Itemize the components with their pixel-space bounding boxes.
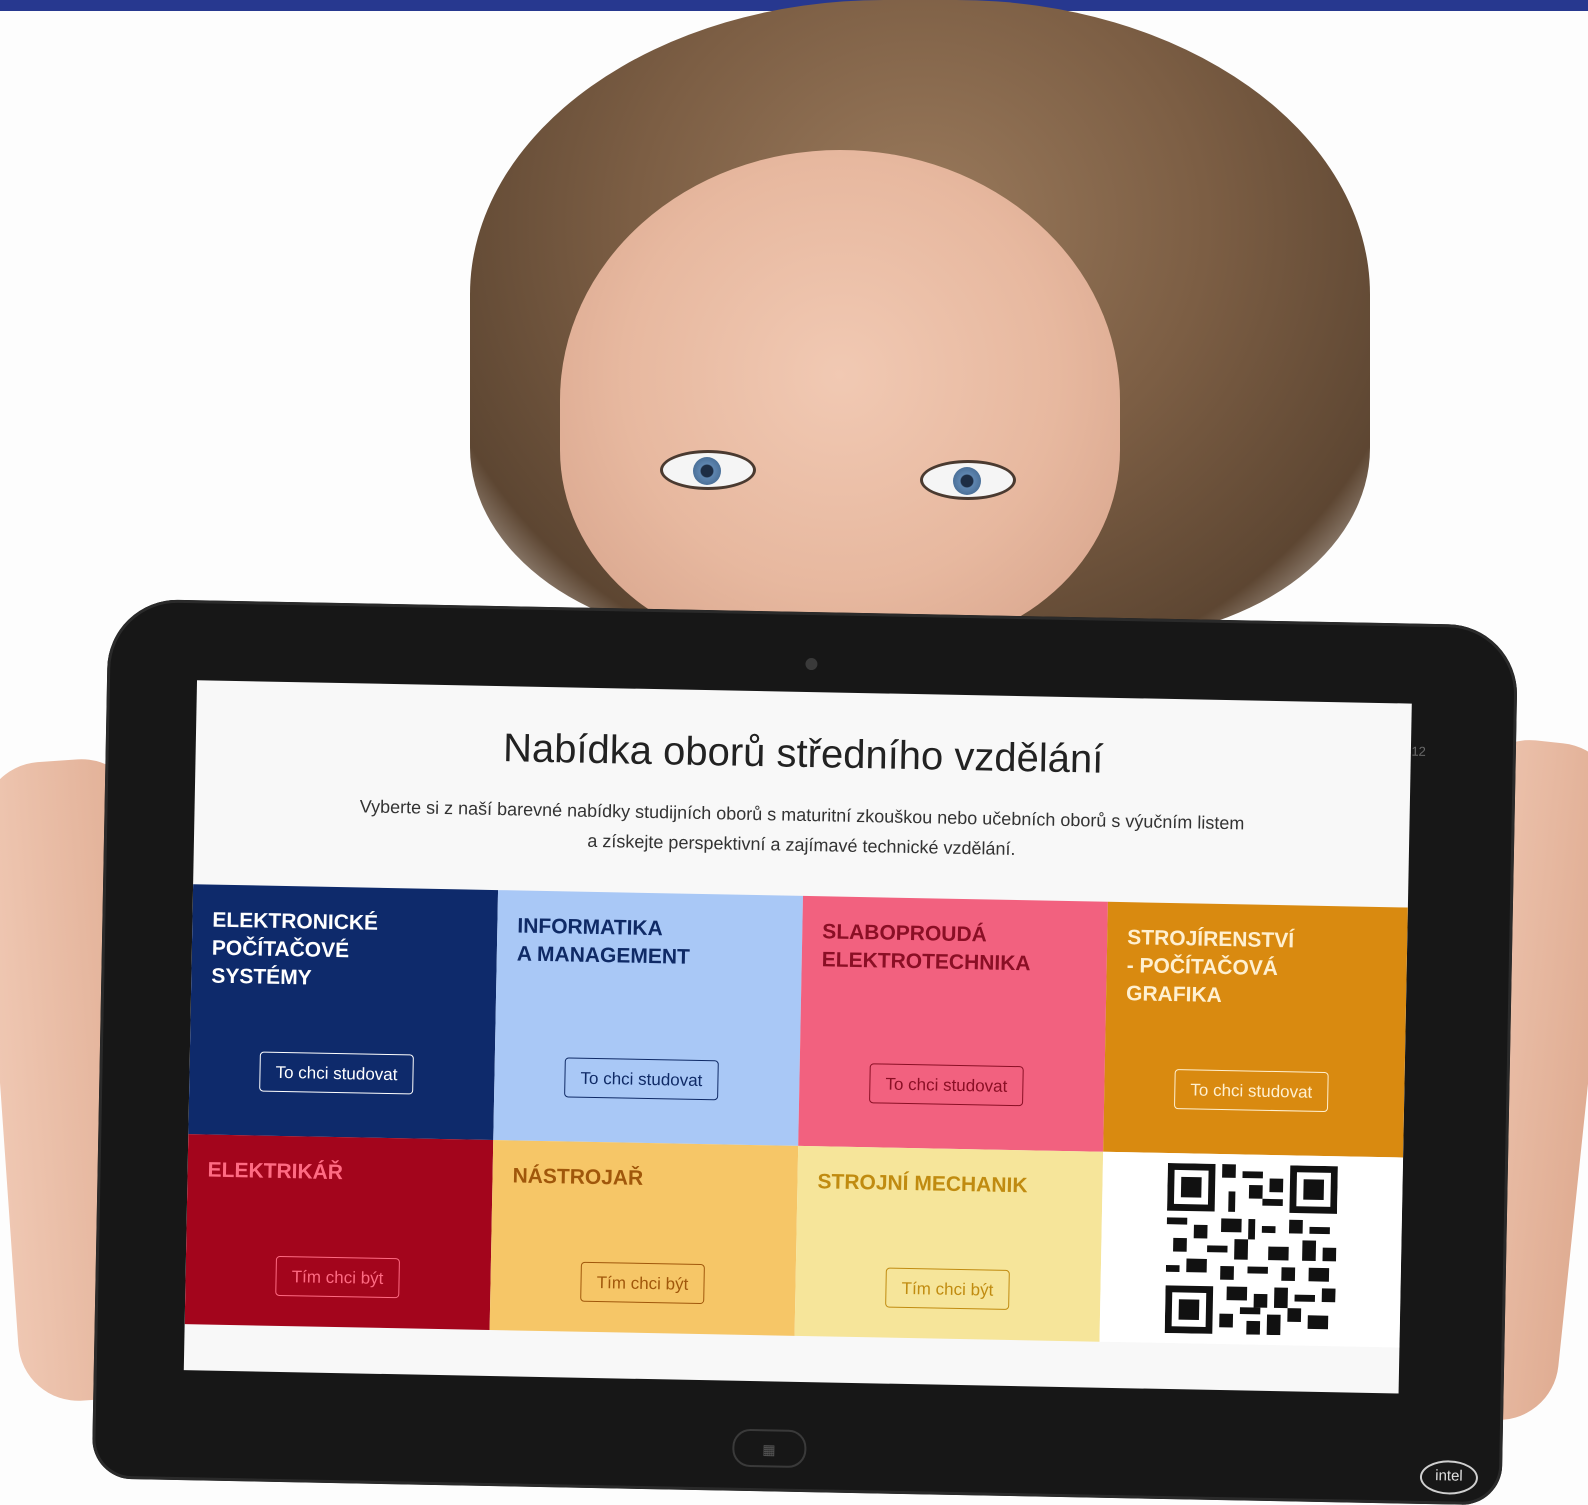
program-tile-slaboproude-elektrotechnika[interactable]: SLABOPROUDÁ ELEKTROTECHNIKA To chci studo… xyxy=(798,895,1108,1152)
program-title: ELEKTRIKÁŘ xyxy=(207,1158,344,1185)
program-title: NÁSTROJAŘ xyxy=(512,1164,644,1190)
windows-home-button[interactable]: ▦ xyxy=(732,1428,807,1469)
page-title: Nabídka oborů středního vzdělání xyxy=(502,726,1104,782)
qr-code-tile xyxy=(1099,1151,1404,1348)
program-grid: ELEKTRONICKÉ POČÍTAČOVÉ SYSTÉMY To chci st… xyxy=(184,884,1408,1393)
right-eye xyxy=(920,460,1016,500)
program-tile-elektronicke-pocitacove-systemy[interactable]: ELEKTRONICKÉ POČÍTAČOVÉ SYSTÉMY To chci st… xyxy=(188,884,499,1141)
program-title: STROJNÍ MECHANIK xyxy=(817,1170,1028,1198)
left-eye xyxy=(660,450,756,490)
program-title: ELEKTRONICKÉ POČÍTAČOVÉ SYSTÉMY xyxy=(211,908,379,990)
program-tile-nastrojar[interactable]: NÁSTROJAŘ Tím chci být xyxy=(489,1140,799,1336)
program-title: SLABOPROUDÁ ELEKTROTECHNIKA xyxy=(821,920,1031,976)
be-button[interactable]: Tím chci být xyxy=(885,1267,1010,1310)
person-face xyxy=(560,150,1120,650)
study-button[interactable]: To chci studovat xyxy=(869,1063,1024,1107)
camera-icon xyxy=(805,657,818,671)
study-button[interactable]: To chci studovat xyxy=(1173,1069,1329,1113)
windows-icon: ▦ xyxy=(762,1441,776,1458)
program-tile-elektrikar[interactable]: ELEKTRIKÁŘ Tím chci být xyxy=(184,1134,494,1330)
tablet-screen: Nabídka oborů středního vzdělání Vyberte… xyxy=(183,680,1412,1394)
program-title: INFORMATIKA A MANAGEMENT xyxy=(516,914,691,969)
intel-logo: intel xyxy=(1419,1459,1479,1495)
tablet-device: 612 Nabídka oborů středního vzdělání Vyb… xyxy=(91,598,1519,1505)
program-tile-strojni-mechanik[interactable]: STROJNÍ MECHANIK Tím chci být xyxy=(794,1145,1104,1342)
qr-code-icon xyxy=(1164,1162,1338,1337)
program-title: STROJÍRENSTVÍ - POČÍTAČOVÁ GRAFIKA xyxy=(1125,926,1295,1007)
be-button[interactable]: Tím chci být xyxy=(275,1255,400,1299)
be-button[interactable]: Tím chci být xyxy=(580,1261,705,1305)
page-subtitle: Vyberte si z naší barevné nabídky studij… xyxy=(314,791,1290,870)
study-button[interactable]: To chci studovat xyxy=(259,1051,414,1095)
program-tile-informatika-a-management[interactable]: INFORMATIKA A MANAGEMENT To chci studovat xyxy=(493,890,803,1146)
program-tile-strojirenstvi-pocitacova-grafika[interactable]: STROJÍRENSTVÍ - POČÍTAČOVÁ GRAFIKA To chci… xyxy=(1103,901,1408,1158)
study-button[interactable]: To chci studovat xyxy=(564,1057,719,1101)
